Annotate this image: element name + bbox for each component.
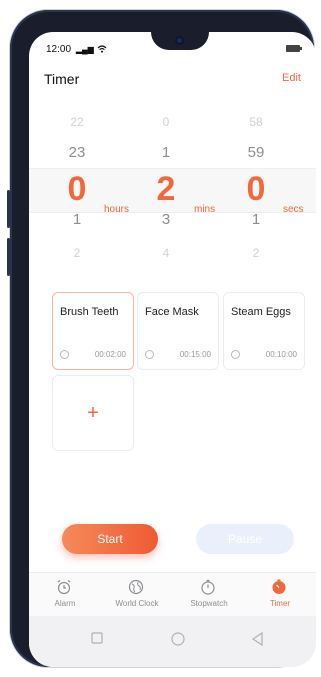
mins-option[interactable]: 1 bbox=[136, 144, 196, 161]
home-icon[interactable] bbox=[171, 632, 185, 646]
preset-name: Steam Eggs bbox=[231, 306, 291, 318]
screen: 12:00 ▂▄▆ Timer Edit 22 23 0 1 2 hours 0 bbox=[29, 32, 316, 667]
time-picker[interactable]: 22 23 0 1 2 hours 0 1 2 3 4 mins 58 59 0… bbox=[29, 110, 316, 270]
globe-icon bbox=[128, 579, 144, 595]
volume-button-2 bbox=[7, 238, 10, 276]
preset-time: 00:02:00 bbox=[94, 350, 126, 359]
clock-icon bbox=[231, 350, 240, 359]
hours-option[interactable]: 1 bbox=[47, 211, 107, 228]
secs-option[interactable]: 58 bbox=[226, 115, 286, 129]
secs-value[interactable]: 0 bbox=[226, 170, 286, 209]
mins-option[interactable]: 4 bbox=[136, 246, 196, 260]
hours-option[interactable]: 23 bbox=[47, 144, 107, 161]
timer-icon bbox=[272, 579, 286, 594]
mins-option[interactable]: 3 bbox=[136, 211, 196, 228]
wifi-icon bbox=[97, 45, 107, 53]
clock-icon bbox=[60, 350, 69, 359]
stopwatch-icon bbox=[201, 579, 215, 595]
signal-icon: ▂▄▆ bbox=[75, 45, 94, 54]
tab-world-clock[interactable]: World Clock bbox=[101, 573, 173, 617]
add-preset-button[interactable]: + bbox=[52, 375, 134, 451]
mins-option[interactable]: 0 bbox=[136, 115, 196, 129]
preset-time: 00:15:00 bbox=[179, 350, 211, 359]
preset-card-steam-eggs[interactable]: Steam Eggs 00:10:00 bbox=[223, 292, 305, 370]
preset-name: Face Mask bbox=[145, 306, 199, 318]
secs-option[interactable]: 2 bbox=[226, 246, 286, 260]
tab-timer[interactable]: Timer bbox=[244, 573, 316, 617]
tab-label: Alarm bbox=[54, 599, 76, 608]
tab-alarm[interactable]: Alarm bbox=[29, 573, 101, 617]
phone-frame: 12:00 ▂▄▆ Timer Edit 22 23 0 1 2 hours 0 bbox=[7, 10, 316, 667]
system-nav-bar bbox=[29, 616, 316, 667]
recent-apps-icon[interactable] bbox=[91, 632, 103, 644]
alarm-icon bbox=[57, 580, 71, 595]
hours-option[interactable]: 22 bbox=[47, 115, 107, 129]
tab-label: World Clock bbox=[115, 599, 159, 608]
volume-button bbox=[7, 190, 10, 228]
tab-label: Stopwatch bbox=[190, 599, 228, 608]
hours-unit-label: hours bbox=[104, 204, 130, 215]
pause-button[interactable]: Pause bbox=[196, 524, 294, 554]
secs-option[interactable]: 1 bbox=[226, 211, 286, 228]
hours-option[interactable]: 2 bbox=[47, 246, 107, 260]
front-camera-icon bbox=[175, 36, 184, 45]
secs-unit-label: secs bbox=[283, 204, 304, 215]
preset-name: Brush Teeth bbox=[60, 306, 119, 318]
status-time: 12:00 bbox=[46, 44, 72, 55]
status-bar: 12:00 ▂▄▆ bbox=[46, 44, 107, 55]
page-title: Timer bbox=[44, 71, 80, 87]
preset-card-face-mask[interactable]: Face Mask 00:15:00 bbox=[137, 292, 219, 370]
tab-stopwatch[interactable]: Stopwatch bbox=[173, 573, 245, 617]
mins-unit-label: mins bbox=[194, 204, 216, 215]
edit-button[interactable]: Edit bbox=[282, 72, 301, 84]
mins-value[interactable]: 2 bbox=[136, 170, 196, 209]
battery-icon bbox=[286, 45, 302, 52]
preset-time: 00:10:00 bbox=[265, 350, 297, 359]
hours-value[interactable]: 0 bbox=[47, 170, 107, 209]
preset-card-brush-teeth[interactable]: Brush Teeth 00:02:00 bbox=[52, 292, 134, 370]
tab-label: Timer bbox=[269, 599, 291, 608]
secs-option[interactable]: 59 bbox=[226, 144, 286, 161]
back-icon[interactable] bbox=[251, 632, 263, 646]
start-button[interactable]: Start bbox=[62, 524, 158, 554]
bottom-tab-bar: Alarm World Clock Stopwatch Timer bbox=[29, 572, 316, 617]
notch bbox=[151, 32, 209, 50]
clock-icon bbox=[145, 350, 154, 359]
